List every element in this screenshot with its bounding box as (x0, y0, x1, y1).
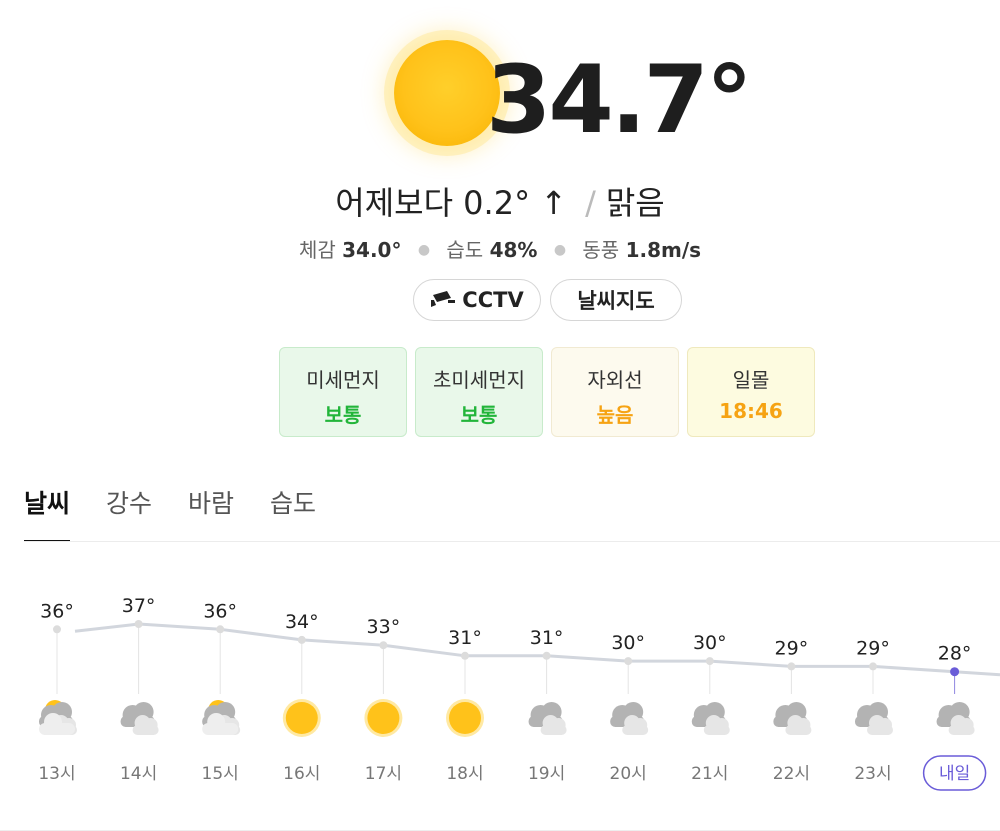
data-point (869, 662, 877, 671)
temperature-value-label: 31° (448, 627, 482, 649)
wind-value: 1.8m/s (625, 238, 702, 262)
aq-label: 자외선 (587, 368, 643, 392)
cloudy-icon (610, 702, 649, 735)
sunset-time[interactable]: 일몰 18:46 (687, 347, 815, 437)
feels-label: 체감 (298, 238, 336, 262)
compare-yesterday: 어제보다 0.2° ↑ (335, 184, 568, 222)
tab-divider (24, 541, 1000, 542)
temperature-value-label: 28° (938, 643, 972, 665)
sun-icon (282, 699, 321, 737)
temperature-value-label: 30° (611, 632, 645, 654)
air-quality-pm25[interactable]: 초미세먼지 보통 (415, 347, 543, 437)
cctv-camera-icon (431, 291, 456, 307)
sun-icon (394, 40, 500, 146)
aq-label: 미세먼지 (306, 368, 380, 392)
aq-value: 18:46 (719, 399, 783, 423)
hour-label: 21시 (691, 764, 728, 784)
sun-icon (364, 699, 403, 737)
aq-value: 보통 (324, 403, 362, 427)
data-point (134, 620, 143, 628)
cctv-label: CCTV (462, 288, 524, 312)
cloudy-icon (936, 702, 975, 735)
hour-label: 13시 (38, 764, 75, 784)
hour-label: 내일 (939, 764, 970, 784)
cloudy-icon (120, 702, 159, 735)
temperature-value-label: 37° (122, 595, 156, 617)
hourly-temperature-chart: 36° 13시 37° 14시 36° 15시 34° 16시 33° 17시 31° 18시 31° 1… (38, 595, 1000, 791)
hour-label: 20시 (610, 764, 647, 784)
aq-label: 초미세먼지 (433, 368, 525, 392)
temperature-value-label: 29° (775, 637, 809, 659)
hour-label: 16시 (283, 764, 320, 784)
humidity-value: 48% (489, 238, 538, 262)
separator-dot: ● (417, 242, 431, 258)
weather-map-button[interactable]: 날씨지도 (550, 279, 682, 321)
data-point (297, 635, 306, 644)
hour-label: 23시 (854, 764, 891, 784)
uv-index[interactable]: 자외선 높음 (551, 347, 679, 437)
hour-label: 14시 (120, 764, 157, 784)
hour-label: 17시 (365, 764, 402, 784)
hour-label: 18시 (446, 764, 483, 784)
temperature-value-label: 31° (530, 627, 564, 649)
current-temperature: 34.7° (486, 46, 753, 155)
data-point (379, 641, 388, 650)
temperature-value-label: 30° (693, 632, 727, 654)
hour-label: 19시 (528, 764, 565, 784)
aq-label: 일몰 (732, 368, 770, 392)
tab-precipitation[interactable]: 강수 (106, 484, 152, 542)
divider: / (585, 184, 596, 222)
partly-cloudy-icon (202, 700, 241, 735)
data-point (705, 657, 714, 666)
temperature-value-label: 34° (285, 611, 319, 633)
weather-card: 34.7° 어제보다 0.2° ↑ / 맑음 체감 34.0° ● 습도 48% ●… (0, 0, 1000, 831)
temperature-value-label: 33° (367, 616, 401, 638)
data-point (787, 662, 796, 671)
data-point (542, 651, 551, 660)
aq-value: 높음 (596, 403, 634, 427)
data-point (53, 625, 61, 634)
partly-cloudy-icon (39, 700, 77, 735)
temperature-value-label: 36° (40, 600, 74, 622)
sun-icon (446, 699, 484, 737)
compare-row: 어제보다 0.2° ↑ / 맑음 (0, 178, 1000, 224)
hour-label: 22시 (773, 764, 810, 784)
separator-dot: ● (553, 242, 567, 258)
feels-value: 34.0° (342, 238, 402, 262)
air-quality-pm10[interactable]: 미세먼지 보통 (279, 347, 407, 437)
weather-map-label: 날씨지도 (577, 289, 655, 313)
cloudy-icon (691, 702, 730, 735)
stats-row: 체감 34.0° ● 습도 48% ● 동풍 1.8m/s (0, 234, 1000, 263)
data-point (461, 651, 469, 660)
weather-tabs: 날씨 강수 바람 습도 (24, 484, 352, 542)
aq-value: 보통 (460, 403, 498, 427)
tab-humidity[interactable]: 습도 (270, 484, 316, 542)
tab-wind[interactable]: 바람 (188, 484, 234, 542)
wind-label: 동풍 (582, 238, 620, 262)
tab-weather[interactable]: 날씨 (24, 484, 71, 542)
temperature-value-label: 36° (203, 600, 237, 622)
cloudy-icon (528, 702, 567, 735)
hour-label: 15시 (202, 764, 239, 784)
data-point (624, 657, 633, 666)
temperature-value-label: 29° (856, 637, 890, 659)
condition-text: 맑음 (605, 184, 665, 222)
data-point (216, 625, 225, 634)
data-point (950, 667, 960, 677)
cloudy-icon (773, 702, 812, 735)
cctv-button[interactable]: CCTV (413, 279, 541, 321)
cloudy-icon (855, 702, 893, 735)
humidity-label: 습도 (446, 238, 484, 262)
